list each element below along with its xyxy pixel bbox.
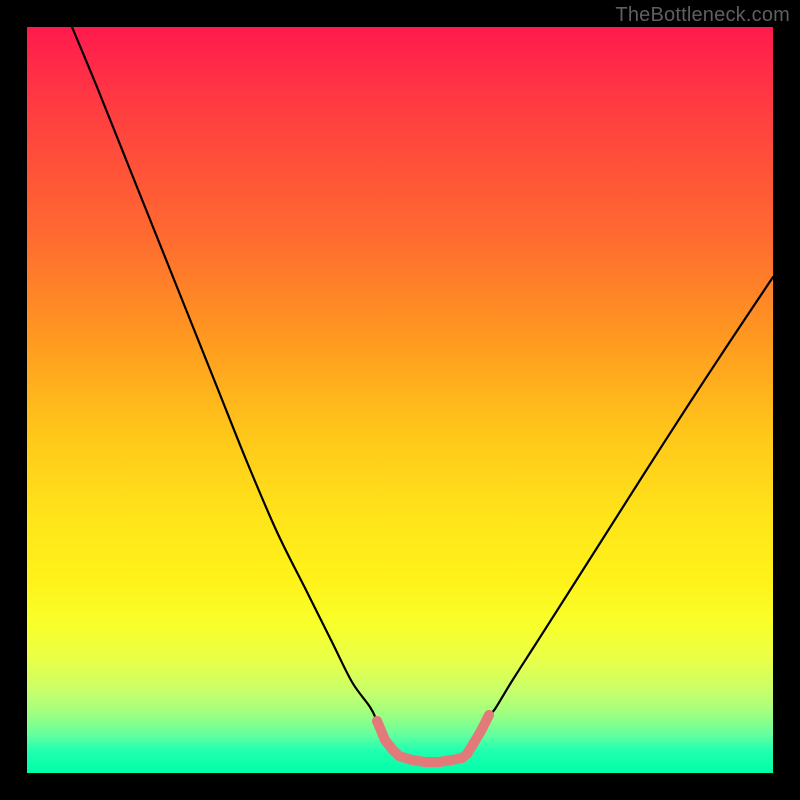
chart-frame: TheBottleneck.com — [0, 0, 800, 800]
valley-marker-group — [372, 710, 494, 762]
valley-marker-dot — [372, 716, 382, 726]
valley-marker-dot — [380, 735, 390, 745]
branding-text: TheBottleneck.com — [615, 4, 790, 27]
curve-layer — [27, 27, 773, 773]
valley-marker-dot — [484, 710, 494, 720]
valley-marker-dot — [477, 724, 487, 734]
v-curve — [72, 27, 773, 762]
plot-area — [27, 27, 773, 773]
